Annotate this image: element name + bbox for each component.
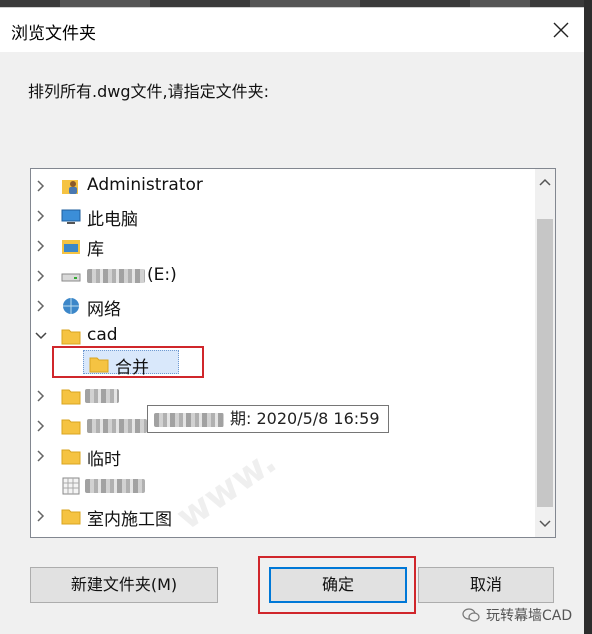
chevron-right-icon[interactable] [33,268,49,284]
folder-icon [61,329,81,345]
tree-item-redacted-3[interactable] [31,471,531,501]
chevron-right-icon[interactable] [33,508,49,524]
folder-icon [61,419,81,435]
tree-item-label: 网络 [87,300,121,320]
tree-item-label: Administrator [87,175,203,195]
tree-item-network[interactable]: 网络 [31,291,531,321]
tree-item-this-pc[interactable]: 此电脑 [31,201,531,231]
wechat-icon [462,608,480,622]
tree-item-administrator[interactable]: Administrator [31,171,531,201]
vertical-scrollbar[interactable] [535,169,555,537]
title-bar: 浏览文件夹 [0,8,584,52]
scroll-up-icon[interactable] [535,173,555,193]
chevron-right-icon[interactable] [33,208,49,224]
file-grid-icon [62,477,80,495]
scroll-down-icon[interactable] [535,513,555,533]
brand-watermark: 玩转幕墙CAD [462,605,572,625]
tree-item-library[interactable]: 库 [31,231,531,261]
drive-icon [61,273,81,282]
folder-tree[interactable]: www. Administrator 此电脑 库 (E:) 网络 cad 合并 … [30,168,556,538]
computer-icon [61,209,81,224]
chevron-right-icon[interactable] [33,298,49,314]
redacted-name [85,389,119,403]
background-app-edge [584,0,592,633]
folder-icon [61,449,81,465]
tree-item-drive-e[interactable]: (E:) [31,261,531,291]
tree-item-interior-drawings[interactable]: 室内施工图 [31,501,531,531]
folder-icon [61,509,81,525]
instruction-text: 排列所有.dwg文件,请指定文件夹: [28,82,269,101]
library-icon [62,240,80,254]
close-button[interactable] [538,8,584,52]
tooltip-text: 期: 2020/5/8 16:59 [230,409,380,428]
tree-item-label: (E:) [147,265,177,285]
folder-icon [61,389,81,405]
brand-text: 玩转幕墙CAD [486,608,573,624]
tree-item-label: 室内施工图 [87,510,172,530]
tree-item-label: cad [87,325,118,345]
tree-item-label: 此电脑 [87,210,138,230]
tree-item-temp[interactable]: 临时 [31,441,531,471]
tree-item-label: 临时 [87,450,121,470]
background-app-strip [0,0,592,7]
redacted-name [87,269,145,283]
chevron-right-icon[interactable] [33,238,49,254]
highlight-box-selected-folder [52,346,204,378]
browse-folder-dialog: 浏览文件夹 排列所有.dwg文件,请指定文件夹: www. Administra… [0,7,584,634]
user-folder-icon [62,180,78,194]
scrollbar-thumb[interactable] [537,219,553,507]
new-folder-button[interactable]: 新建文件夹(M) [30,567,218,603]
chevron-down-icon[interactable] [33,328,49,344]
tooltip: 期: 2020/5/8 16:59 [147,405,389,433]
redacted-name [87,419,147,433]
chevron-right-icon[interactable] [33,388,49,404]
chevron-right-icon[interactable] [33,178,49,194]
redacted-name [85,479,145,493]
dialog-title: 浏览文件夹 [11,24,96,44]
chevron-right-icon[interactable] [33,448,49,464]
network-icon [63,298,79,314]
tree-item-label: 库 [87,240,104,260]
close-icon [553,22,569,38]
redacted-tooltip-text [154,413,224,427]
highlight-box-ok-button [258,556,416,614]
chevron-right-icon[interactable] [33,418,49,434]
cancel-button[interactable]: 取消 [418,567,554,603]
